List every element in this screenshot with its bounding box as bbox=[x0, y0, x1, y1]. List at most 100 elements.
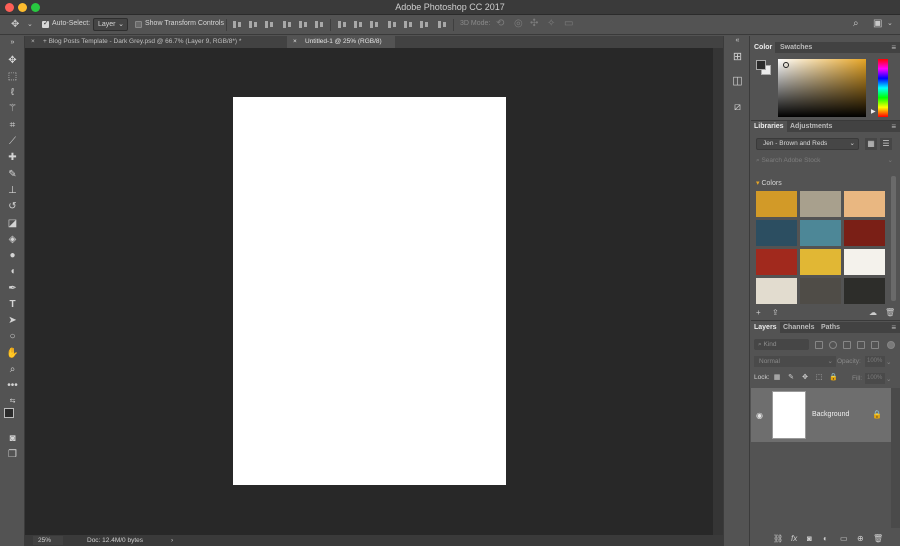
hand-icon[interactable]: ✋ bbox=[5, 347, 20, 361]
lock-all-icon[interactable]: 🔒 bbox=[829, 374, 838, 382]
document-canvas[interactable] bbox=[233, 97, 506, 485]
3d-drag-icon[interactable]: ✣ bbox=[530, 19, 538, 29]
fill-chevron-icon[interactable]: ⌄ bbox=[886, 375, 891, 383]
zoom-icon[interactable]: ⌕ bbox=[5, 363, 20, 377]
layer-filter-kind[interactable]: ⌕ Kind bbox=[754, 339, 809, 350]
tab-paths[interactable]: Paths bbox=[818, 322, 843, 333]
hue-slider[interactable] bbox=[878, 59, 888, 117]
foreground-color-chip[interactable] bbox=[756, 60, 766, 70]
color-swatch[interactable] bbox=[844, 249, 885, 275]
eyedropper-icon[interactable]: ⟋ bbox=[5, 135, 20, 149]
distribute-bottom-icon[interactable] bbox=[369, 19, 380, 30]
opacity-chevron-icon[interactable]: ⌄ bbox=[886, 358, 891, 366]
stock-search-input[interactable]: ⌕ Search Adobe Stock ⌄ bbox=[756, 156, 895, 166]
color-picker-field[interactable] bbox=[778, 59, 866, 117]
trash-icon[interactable]: 🗑 bbox=[885, 308, 895, 317]
creative-cloud-icon[interactable]: ☁ bbox=[869, 308, 877, 317]
eraser-icon[interactable]: ◪ bbox=[5, 217, 20, 231]
color-swatch[interactable] bbox=[844, 278, 885, 304]
tab-swatches[interactable]: Swatches bbox=[777, 42, 815, 53]
layer-style-icon[interactable]: fx bbox=[791, 534, 797, 543]
history-panel-icon[interactable]: ⊞ bbox=[730, 50, 745, 65]
blur-icon[interactable]: ● bbox=[5, 249, 20, 263]
canvas-vertical-scrollbar[interactable] bbox=[713, 48, 723, 535]
panel-menu-icon[interactable]: ≡ bbox=[891, 323, 896, 332]
document-info[interactable]: Doc: 12.4M/0 bytes bbox=[87, 535, 143, 546]
blend-mode-select[interactable]: Normal ⌄ bbox=[754, 356, 836, 367]
tab-color[interactable]: Color bbox=[751, 42, 776, 53]
tab-libraries[interactable]: Libraries bbox=[751, 121, 787, 132]
3d-slide-icon[interactable]: ✧ bbox=[547, 19, 555, 29]
filter-toggle-icon[interactable] bbox=[887, 341, 895, 349]
panel-collapse-icon[interactable]: » bbox=[5, 39, 20, 47]
pen-icon[interactable]: ✒ bbox=[5, 282, 20, 296]
align-bottom-icon[interactable] bbox=[264, 19, 275, 30]
align-right-icon[interactable] bbox=[314, 19, 325, 30]
color-swatch[interactable] bbox=[844, 191, 885, 217]
workspace-chevron-icon[interactable]: ⌄ bbox=[887, 19, 893, 29]
tab-layers[interactable]: Layers bbox=[751, 322, 780, 333]
lock-position-icon[interactable]: ✥ bbox=[801, 374, 809, 382]
delete-layer-icon[interactable]: 🗑 bbox=[873, 534, 883, 543]
distribute-top-icon[interactable] bbox=[337, 19, 348, 30]
quick-mask-icon[interactable]: ◙ bbox=[5, 432, 20, 446]
auto-select-checkbox[interactable] bbox=[42, 19, 49, 28]
marquee-icon[interactable]: ⬚ bbox=[5, 70, 20, 84]
healing-icon[interactable]: ✚ bbox=[5, 151, 20, 165]
tab-channels[interactable]: Channels bbox=[780, 322, 818, 333]
auto-select-dropdown[interactable]: Layer ⌄ bbox=[93, 18, 128, 31]
panel-menu-icon[interactable]: ≡ bbox=[891, 122, 896, 131]
align-left-icon[interactable] bbox=[282, 19, 293, 30]
filter-shape-icon[interactable] bbox=[857, 341, 865, 349]
3d-scale-icon[interactable]: ▭ bbox=[564, 19, 573, 29]
link-layers-icon[interactable]: ⛓ bbox=[773, 534, 783, 543]
filter-adjustment-icon[interactable] bbox=[829, 341, 837, 349]
hue-slider-handle-icon[interactable]: ▶ bbox=[871, 108, 876, 115]
dodge-icon[interactable]: ◖ bbox=[5, 265, 20, 279]
shape-icon[interactable]: ○ bbox=[5, 330, 20, 344]
align-vertical-center-icon[interactable] bbox=[248, 19, 259, 30]
new-group-icon[interactable]: ▭ bbox=[840, 534, 848, 543]
align-horizontal-center-icon[interactable] bbox=[298, 19, 309, 30]
layer-name[interactable]: Background bbox=[812, 411, 849, 418]
close-tab-icon[interactable]: × bbox=[293, 36, 297, 48]
list-view-icon[interactable]: ☰ bbox=[880, 138, 892, 150]
chevron-down-icon[interactable]: ⌄ bbox=[888, 156, 893, 166]
distribute-horizontal-center-icon[interactable] bbox=[403, 19, 414, 30]
layers-scrollbar[interactable] bbox=[891, 388, 900, 528]
adjustment-layer-icon[interactable]: ◐ bbox=[823, 534, 828, 543]
color-swatch[interactable] bbox=[756, 278, 797, 304]
align-top-icon[interactable] bbox=[232, 19, 243, 30]
tool-preset-chevron-icon[interactable]: ⌄ bbox=[27, 20, 33, 30]
brush-settings-panel-icon[interactable]: ⧄ bbox=[730, 100, 745, 115]
filter-smart-object-icon[interactable] bbox=[871, 341, 879, 349]
filter-pixel-icon[interactable] bbox=[815, 341, 823, 349]
properties-panel-icon[interactable]: ◫ bbox=[730, 74, 745, 89]
layer-row-background[interactable]: ◉ Background 🔒 bbox=[751, 388, 891, 442]
libraries-scrollbar[interactable] bbox=[891, 176, 896, 301]
lock-image-pixels-icon[interactable]: ✎ bbox=[787, 374, 795, 382]
search-icon[interactable]: ⌕ bbox=[853, 19, 859, 29]
show-transform-checkbox[interactable] bbox=[135, 21, 142, 28]
add-mask-icon[interactable]: ◙ bbox=[807, 534, 812, 543]
tab-blog-posts-template[interactable]: × + Blog Posts Template - Dark Grey.psd … bbox=[25, 36, 287, 48]
distribute-right-icon[interactable] bbox=[419, 19, 430, 30]
color-swatch[interactable] bbox=[800, 278, 841, 304]
filter-type-icon[interactable] bbox=[843, 341, 851, 349]
library-select[interactable]: Jen - Brown and Reds ⌄ bbox=[756, 138, 859, 150]
stamp-icon[interactable]: ⊥ bbox=[5, 184, 20, 198]
opacity-field[interactable]: 100% bbox=[865, 356, 885, 367]
color-swatch[interactable] bbox=[800, 191, 841, 217]
color-picker-cursor[interactable] bbox=[783, 62, 789, 68]
color-swatch[interactable] bbox=[756, 191, 797, 217]
type-icon[interactable]: T bbox=[5, 298, 20, 312]
more-tools-icon[interactable]: ••• bbox=[5, 379, 20, 393]
3d-rotate-icon[interactable]: ⟲ bbox=[496, 19, 504, 29]
history-brush-icon[interactable]: ↺ bbox=[5, 200, 20, 214]
brush-icon[interactable]: ✎ bbox=[5, 168, 20, 182]
upload-icon[interactable]: ⇪ bbox=[772, 308, 779, 317]
lock-artboard-icon[interactable]: ⬚ bbox=[815, 374, 823, 382]
screen-mode-icon[interactable]: ❐ bbox=[5, 448, 20, 462]
tab-untitled-1[interactable]: × Untitled-1 @ 25% (RGB/8) bbox=[287, 36, 395, 48]
canvas-area[interactable] bbox=[25, 48, 713, 535]
